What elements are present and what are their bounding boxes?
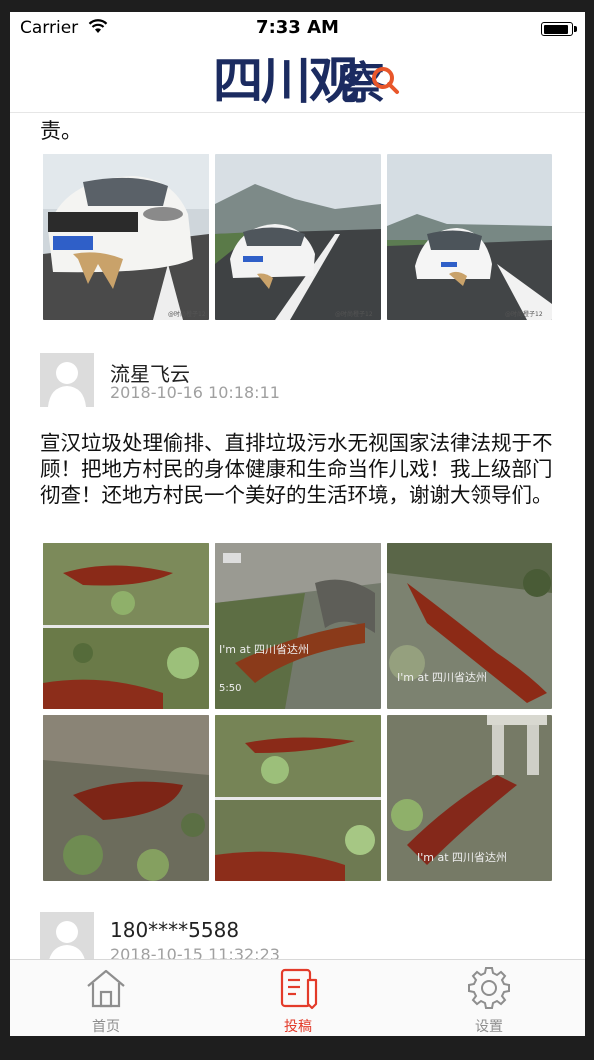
svg-text:四川观: 四川观: [213, 52, 359, 110]
tab-bar: 首页 投稿 设置: [10, 959, 585, 1036]
app-logo: 四川观 察: [165, 50, 405, 110]
logo-mark: 四川观 察: [213, 52, 399, 110]
post-photo[interactable]: @时尚橙子12: [387, 154, 552, 320]
battery-icon: [541, 22, 577, 36]
photo-caption: I'm at 四川省达州: [417, 851, 507, 864]
post-timestamp: 2018-10-15 11:32:23: [110, 945, 280, 959]
post-timestamp: 2018-10-16 10:18:11: [110, 383, 280, 402]
home-icon: [87, 969, 125, 1008]
app-header: 四川观 察: [10, 46, 585, 113]
post-photo[interactable]: [43, 715, 209, 881]
tab-submit[interactable]: 投稿: [202, 960, 394, 1036]
photo-caption: I'm at 四川省达州: [397, 671, 487, 684]
tab-label: 设置: [475, 1019, 503, 1035]
photo-watermark: @时尚橙子12: [505, 310, 543, 318]
clock: 7:33 AM: [256, 17, 339, 38]
post-photo[interactable]: [43, 543, 209, 709]
tab-label: 投稿: [284, 1019, 312, 1035]
status-bar: Carrier 7:33 AM: [10, 12, 585, 46]
previous-post-text-tail: 责。: [40, 119, 82, 143]
post-photo[interactable]: @时尚橙子12: [43, 154, 209, 320]
phone-screen: Carrier 7:33 AM 四川观 察 责。 @时尚橙子12 @时尚橙子12…: [10, 12, 585, 1036]
post-photo[interactable]: @时尚橙子12: [215, 154, 381, 320]
post-photo[interactable]: I'm at 四川省达州: [387, 715, 552, 881]
post-photo[interactable]: I'm at 四川省达州 5:50: [215, 543, 381, 709]
photo-watermark: @时尚橙子12: [168, 310, 206, 318]
gear-icon: [468, 967, 510, 1009]
submit-icon: [280, 968, 318, 1010]
tab-label: 首页: [92, 1019, 120, 1035]
post-username[interactable]: 180****5588: [110, 918, 239, 942]
tab-settings[interactable]: 设置: [393, 960, 585, 1036]
avatar[interactable]: [40, 353, 94, 407]
post-photo[interactable]: I'm at 四川省达州: [387, 543, 552, 709]
tab-home[interactable]: 首页: [10, 960, 202, 1036]
photo-watermark: @时尚橙子12: [335, 310, 373, 318]
avatar[interactable]: [40, 912, 94, 959]
photo-time: 5:50: [219, 683, 241, 694]
post-body-text: 宣汉垃圾处理偷排、直排垃圾污水无视国家法律法规于不顾！把地方村民的身体健康和生命…: [40, 431, 553, 507]
feed-list[interactable]: 责。 @时尚橙子12 @时尚橙子12 @时尚橙子12 流星飞云 2018-10-…: [10, 113, 585, 959]
photo-caption: I'm at 四川省达州: [219, 643, 309, 656]
post-photo[interactable]: [215, 715, 381, 881]
